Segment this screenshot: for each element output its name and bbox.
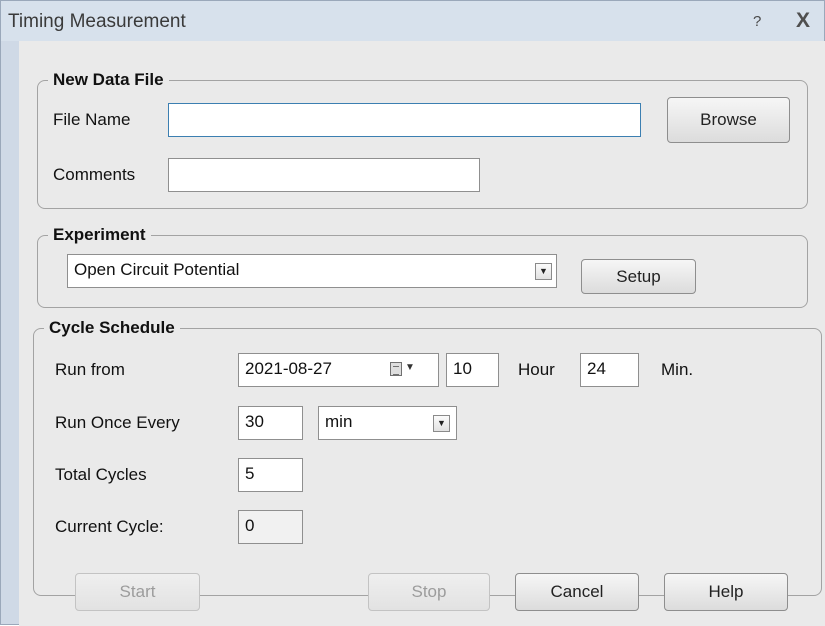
date-value: 2021-08-27: [245, 359, 332, 378]
chevron-down-icon[interactable]: ▼: [433, 415, 450, 432]
current-cycle-field: 0: [238, 510, 303, 544]
total-cycles-input[interactable]: 5: [238, 458, 303, 492]
help-button[interactable]: Help: [664, 573, 788, 611]
title-bar[interactable]: Timing Measurement ? X: [1, 1, 824, 41]
experiment-legend: Experiment: [48, 225, 151, 245]
file-name-input[interactable]: [168, 103, 641, 137]
browse-button[interactable]: Browse: [667, 97, 790, 143]
interval-unit-value: min: [325, 412, 353, 431]
chevron-down-icon[interactable]: ▼: [405, 362, 415, 373]
comments-input[interactable]: [168, 158, 480, 192]
minute-input[interactable]: 24: [580, 353, 639, 387]
total-cycles-label: Total Cycles: [55, 465, 147, 484]
experiment-select[interactable]: Open Circuit Potential: [67, 254, 557, 288]
minute-label: Min.: [661, 360, 694, 379]
help-icon[interactable]: ?: [753, 13, 761, 30]
comments-label: Comments: [53, 165, 136, 184]
new-data-file-legend: New Data File: [48, 70, 169, 90]
close-icon[interactable]: X: [796, 9, 810, 33]
file-name-label: File Name: [53, 110, 131, 129]
stop-button[interactable]: Stop: [368, 573, 490, 611]
run-from-label: Run from: [55, 360, 125, 379]
cancel-button[interactable]: Cancel: [515, 573, 639, 611]
calendar-icon[interactable]: [390, 362, 402, 376]
experiment-selected-value: Open Circuit Potential: [74, 260, 240, 279]
hour-input[interactable]: 10: [446, 353, 499, 387]
window-title: Timing Measurement: [8, 11, 186, 32]
start-button[interactable]: Start: [75, 573, 200, 611]
interval-input[interactable]: 30: [238, 406, 303, 440]
dialog-body: New Data File File Name Browse Comments …: [19, 41, 825, 626]
timing-measurement-dialog: Timing Measurement ? X New Data File Fil…: [0, 0, 825, 626]
chevron-down-icon[interactable]: ▼: [535, 263, 552, 280]
hour-label: Hour: [518, 360, 555, 379]
run-once-every-label: Run Once Every: [55, 413, 180, 432]
cycle-schedule-legend: Cycle Schedule: [44, 318, 180, 338]
current-cycle-label: Current Cycle:: [55, 517, 164, 536]
setup-button[interactable]: Setup: [581, 259, 696, 294]
